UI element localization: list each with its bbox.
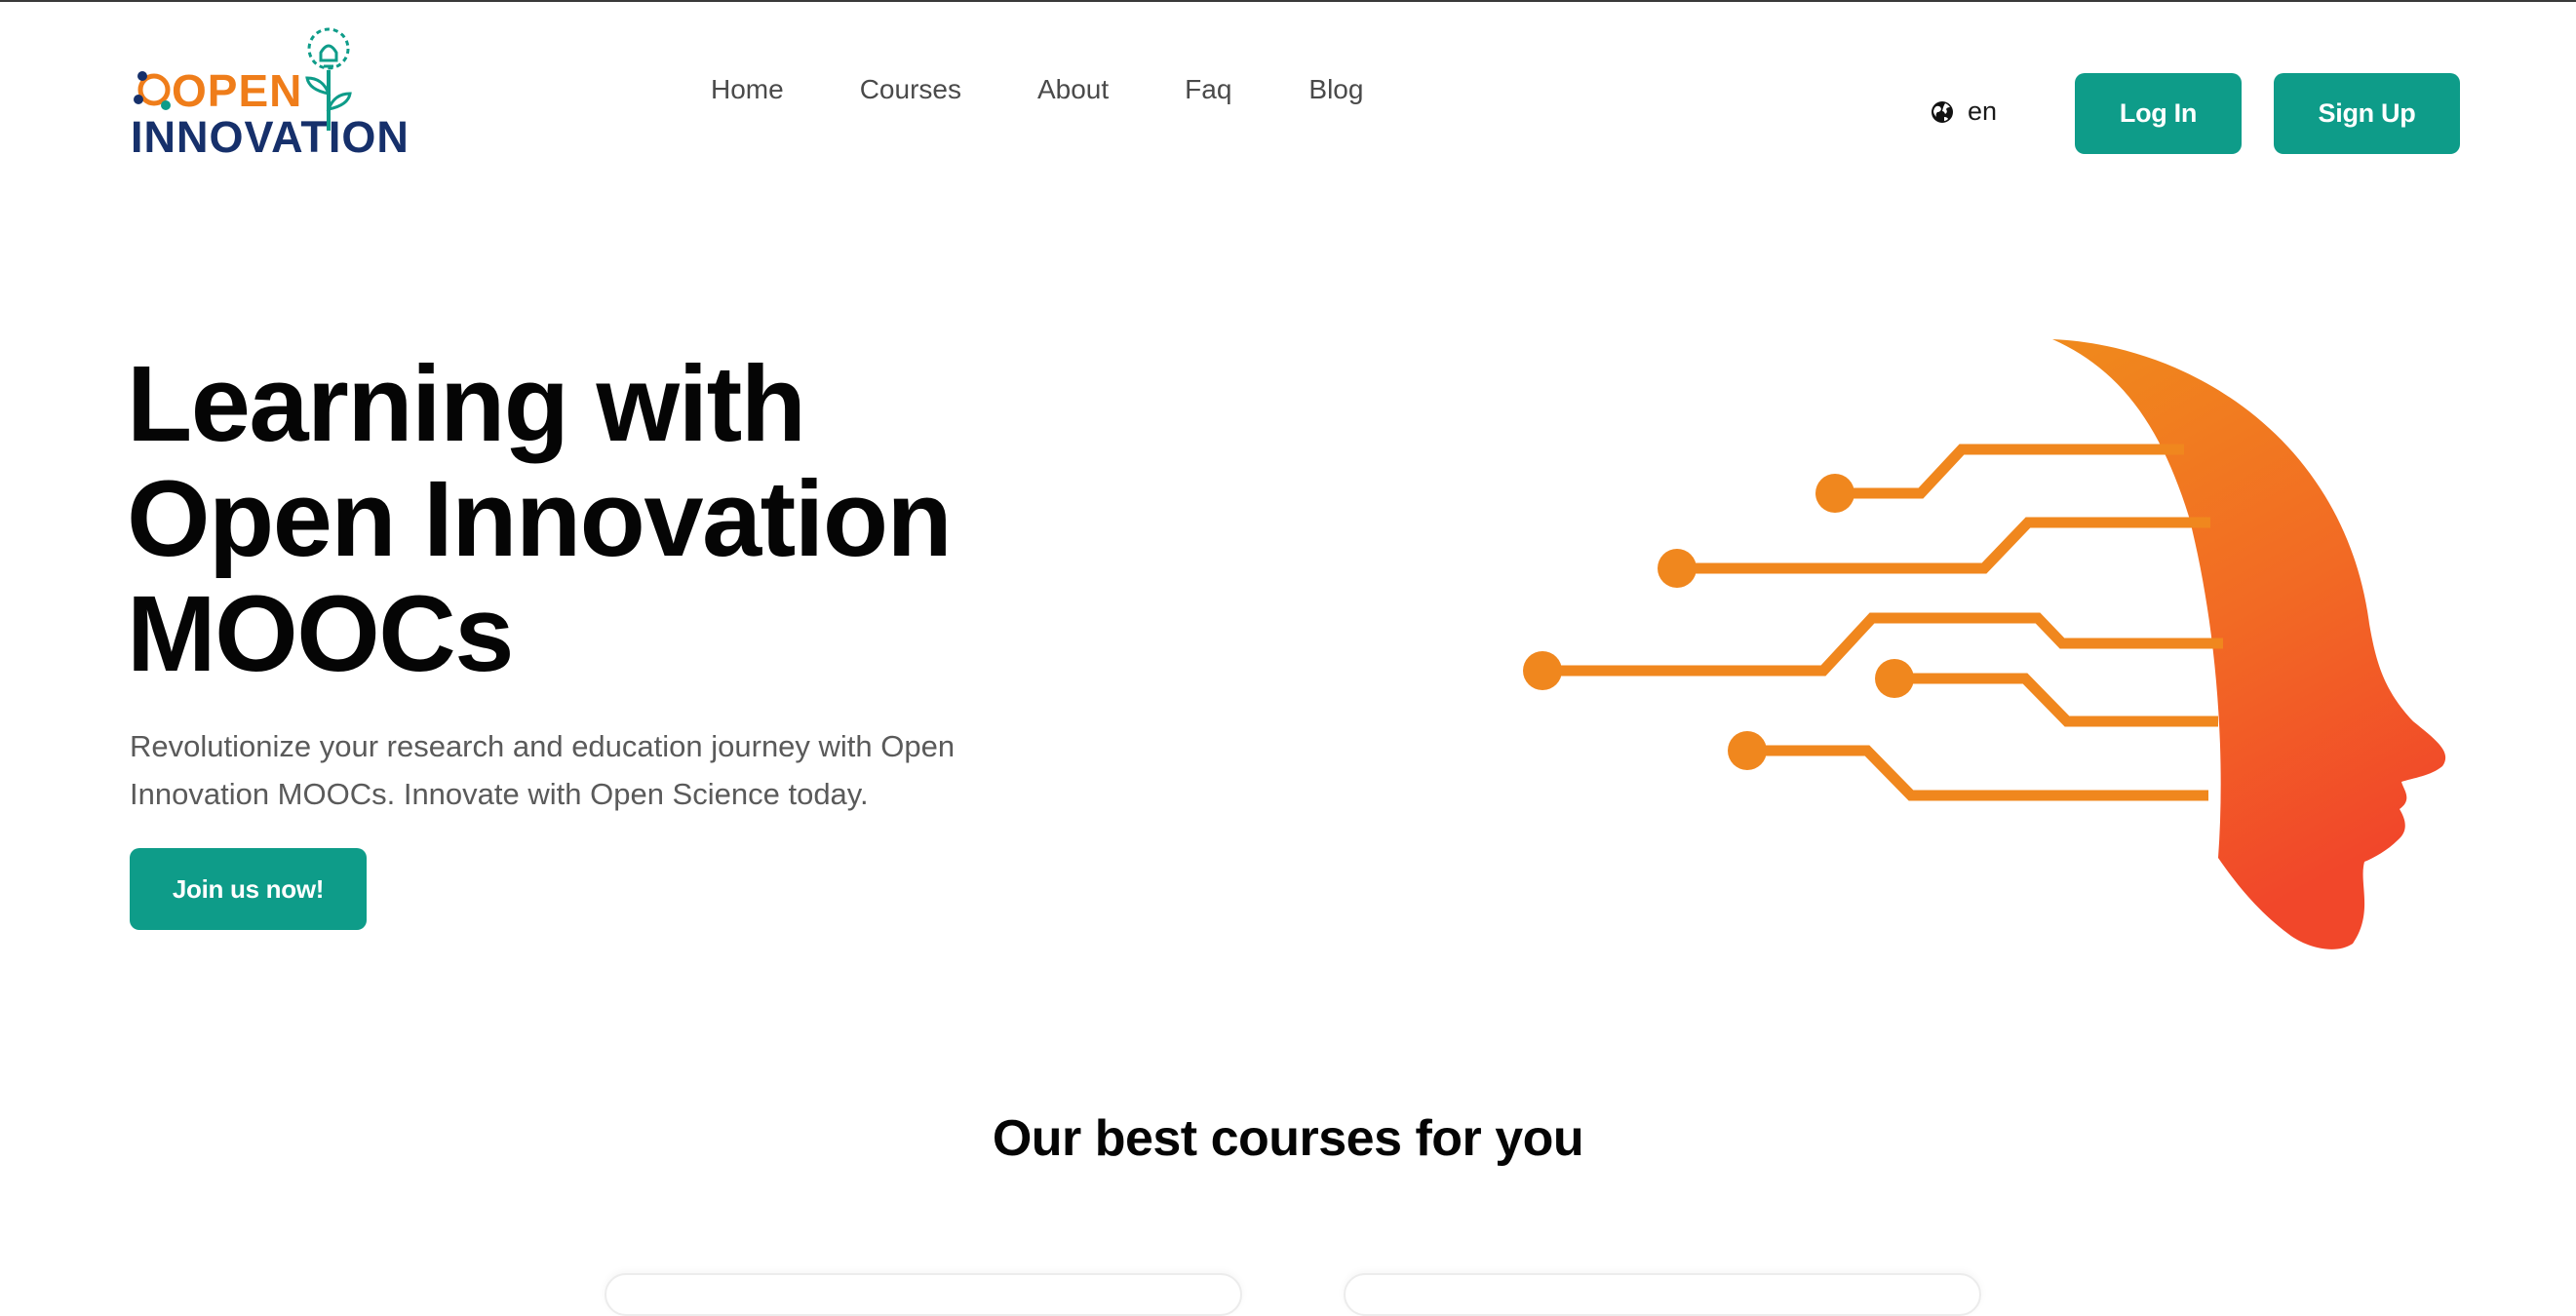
- main-nav: Home Courses About Faq Blog: [711, 76, 1363, 103]
- nav-faq[interactable]: Faq: [1185, 76, 1231, 103]
- logo-word-bottom: INNOVATION: [131, 112, 410, 162]
- hero-title-line: Learning with: [127, 344, 806, 464]
- logo-word-top: OPEN: [172, 65, 303, 116]
- hero-title: Learning with Open Innovation MOOCs: [127, 347, 1082, 692]
- hero-title-line: MOOCs: [127, 574, 514, 694]
- lightbulb-plant-icon: [305, 27, 352, 131]
- hero-subtitle: Revolutionize your research and educatio…: [130, 722, 1007, 818]
- course-card[interactable]: [1344, 1273, 1981, 1316]
- nav-courses[interactable]: Courses: [860, 76, 961, 103]
- nav-blog[interactable]: Blog: [1308, 76, 1363, 103]
- nav-about[interactable]: About: [1037, 76, 1109, 103]
- globe-icon: [1932, 100, 1953, 123]
- logo-ring-icon: [134, 71, 171, 110]
- course-card[interactable]: [605, 1273, 1242, 1316]
- hero-subtitle-line: Innovation MOOCs. Innovate with Open Sci…: [130, 777, 869, 811]
- courses-section-title: Our best courses for you: [992, 1110, 1584, 1167]
- head-circuit-illustration: [1523, 339, 2446, 949]
- join-now-button[interactable]: Join us now!: [130, 848, 367, 930]
- hero-subtitle-line: Revolutionize your research and educatio…: [130, 729, 956, 763]
- language-selector[interactable]: en: [1931, 98, 1997, 125]
- nav-home[interactable]: Home: [711, 76, 784, 103]
- login-button[interactable]: Log In: [2075, 73, 2242, 154]
- site-logo[interactable]: OPEN INNOVATION: [129, 25, 409, 162]
- hero-title-line: Open Innovation: [127, 459, 953, 579]
- signup-button[interactable]: Sign Up: [2274, 73, 2460, 154]
- language-value: en: [1968, 97, 1998, 126]
- window-top-border: [0, 0, 2576, 2]
